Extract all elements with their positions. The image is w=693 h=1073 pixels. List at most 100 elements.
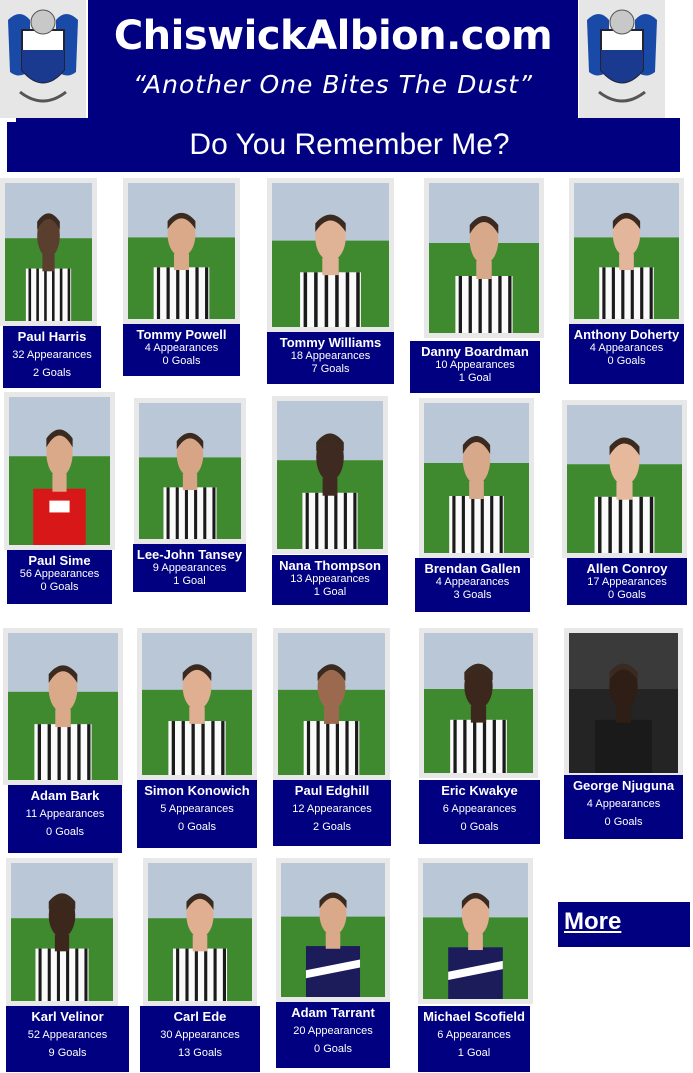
player-goals: 0 Goals — [178, 821, 216, 833]
player-card: Danny Boardman 10 Appearances 1 Goal — [410, 341, 540, 393]
player-card: Anthony Doherty 4 Appearances 0 Goals — [569, 324, 684, 384]
player-name: Paul Edghill — [294, 783, 370, 798]
player-appearances: 9 Appearances — [152, 562, 227, 574]
player-photo — [6, 858, 118, 1006]
player-goals: 0 Goals — [40, 581, 79, 593]
player-photo — [134, 398, 246, 544]
player-photo — [418, 858, 533, 1004]
player-photo — [143, 858, 257, 1006]
player-goals: 1 Goal — [458, 372, 492, 384]
page-subtitle: Do You Remember Me? — [7, 122, 680, 172]
player-appearances: 20 Appearances — [293, 1025, 373, 1037]
player-appearances: 30 Appearances — [160, 1029, 240, 1041]
player-card: Allen Conroy 17 Appearances 0 Goals — [567, 558, 687, 605]
player-card: Lee-John Tansey 9 Appearances 1 Goal — [133, 544, 246, 592]
player-goals: 3 Goals — [453, 589, 492, 601]
player-goals: 2 Goals — [313, 821, 351, 833]
player-card: Karl Velinor 52 Appearances 9 Goals — [6, 1006, 129, 1072]
player-photo — [272, 396, 388, 554]
player-card: Adam Bark 11 Appearances 0 Goals — [8, 785, 122, 853]
site-title: ChiswickAlbion.com — [113, 13, 553, 59]
player-goals: 7 Goals — [311, 363, 350, 375]
player-appearances: 10 Appearances — [435, 359, 515, 371]
player-card: Simon Konowich 5 Appearances 0 Goals — [137, 780, 257, 848]
player-name: Paul Harris — [17, 329, 87, 344]
player-photo — [562, 400, 687, 558]
player-card: George Njuguna 4 Appearances 0 Goals — [564, 775, 683, 839]
player-appearances: 4 Appearances — [586, 798, 661, 810]
player-goals: 9 Goals — [48, 1047, 87, 1059]
player-photo — [276, 858, 390, 1002]
player-name: Paul Sime — [28, 553, 91, 568]
player-appearances: 32 Appearances — [12, 349, 92, 361]
player-name: Anthony Doherty — [573, 327, 680, 342]
player-name: Brendan Gallen — [424, 561, 521, 576]
player-photo — [123, 178, 240, 324]
player-card: Nana Thompson 13 Appearances 1 Goal — [272, 555, 388, 605]
player-goals: 2 Goals — [33, 367, 71, 379]
player-appearances: 6 Appearances — [442, 803, 517, 815]
player-card: Michael Scofield 6 Appearances 1 Goal — [418, 1006, 530, 1072]
player-appearances: 17 Appearances — [587, 576, 667, 588]
player-card: Tommy Powell 4 Appearances 0 Goals — [123, 324, 240, 376]
player-goals: 0 Goals — [314, 1043, 352, 1055]
player-card: Carl Ede 30 Appearances 13 Goals — [140, 1006, 260, 1072]
player-name: Allen Conroy — [586, 561, 668, 576]
player-appearances: 4 Appearances — [144, 342, 219, 354]
player-name: Nana Thompson — [279, 558, 381, 573]
page-subtitle-text: Do You Remember Me? — [189, 128, 510, 161]
player-photo — [419, 628, 538, 778]
player-appearances: 11 Appearances — [25, 808, 105, 820]
right-crest — [579, 0, 665, 118]
player-name: Adam Bark — [30, 788, 100, 803]
player-name: George Njuguna — [572, 778, 675, 793]
player-appearances: 4 Appearances — [589, 342, 664, 354]
player-goals: 13 Goals — [177, 1047, 223, 1059]
player-goals: 0 Goals — [46, 826, 84, 838]
player-name: Adam Tarrant — [291, 1005, 375, 1020]
player-card: Adam Tarrant 20 Appearances 0 Goals — [276, 1002, 390, 1068]
player-appearances: 56 Appearances — [19, 568, 100, 580]
player-photo — [273, 628, 390, 780]
player-name: Eric Kwakye — [441, 783, 518, 798]
player-appearances: 5 Appearances — [160, 803, 234, 815]
player-goals: 0 Goals — [607, 355, 646, 367]
player-card: Eric Kwakye 6 Appearances 0 Goals — [419, 780, 540, 844]
player-card: Tommy Williams 18 Appearances 7 Goals — [267, 332, 394, 384]
more-button[interactable]: More — [558, 902, 690, 947]
player-card: Brendan Gallen 4 Appearances 3 Goals — [415, 558, 530, 612]
player-photo — [569, 178, 684, 324]
player-card: Paul Harris 32 Appearances 2 Goals — [3, 326, 101, 388]
player-photo — [267, 178, 394, 332]
player-name: Danny Boardman — [421, 344, 529, 359]
player-goals: 0 Goals — [460, 821, 499, 833]
player-photo — [137, 628, 257, 780]
player-goals: 1 Goal — [313, 586, 347, 598]
club-crest-icon — [587, 9, 657, 103]
player-appearances: 4 Appearances — [435, 576, 510, 588]
player-goals: 0 Goals — [162, 355, 201, 367]
player-name: Lee-John Tansey — [136, 547, 243, 562]
player-photo — [419, 398, 534, 558]
player-card: Paul Sime 56 Appearances 0 Goals — [7, 550, 112, 604]
player-goals: 0 Goals — [604, 816, 643, 828]
left-crest — [0, 0, 86, 118]
player-appearances: 52 Appearances — [27, 1029, 108, 1041]
club-crest-icon — [8, 9, 78, 103]
player-photo — [564, 628, 683, 778]
player-goals: 1 Goal — [173, 575, 206, 587]
player-goals: 1 Goal — [457, 1047, 491, 1059]
player-appearances: 13 Appearances — [290, 573, 370, 585]
player-name: Carl Ede — [173, 1009, 227, 1024]
player-photo — [4, 392, 115, 550]
player-photo — [3, 628, 123, 785]
player-photo — [0, 178, 97, 326]
player-appearances: 12 Appearances — [292, 803, 372, 815]
player-appearances: 18 Appearances — [290, 350, 371, 362]
more-link[interactable]: More — [558, 902, 690, 936]
player-name: Tommy Powell — [136, 327, 227, 342]
player-name: Karl Velinor — [31, 1009, 104, 1024]
player-name: Tommy Williams — [279, 335, 382, 350]
site-banner: ChiswickAlbion.com “Another One Bites Th… — [88, 0, 578, 118]
player-photo — [424, 178, 544, 338]
